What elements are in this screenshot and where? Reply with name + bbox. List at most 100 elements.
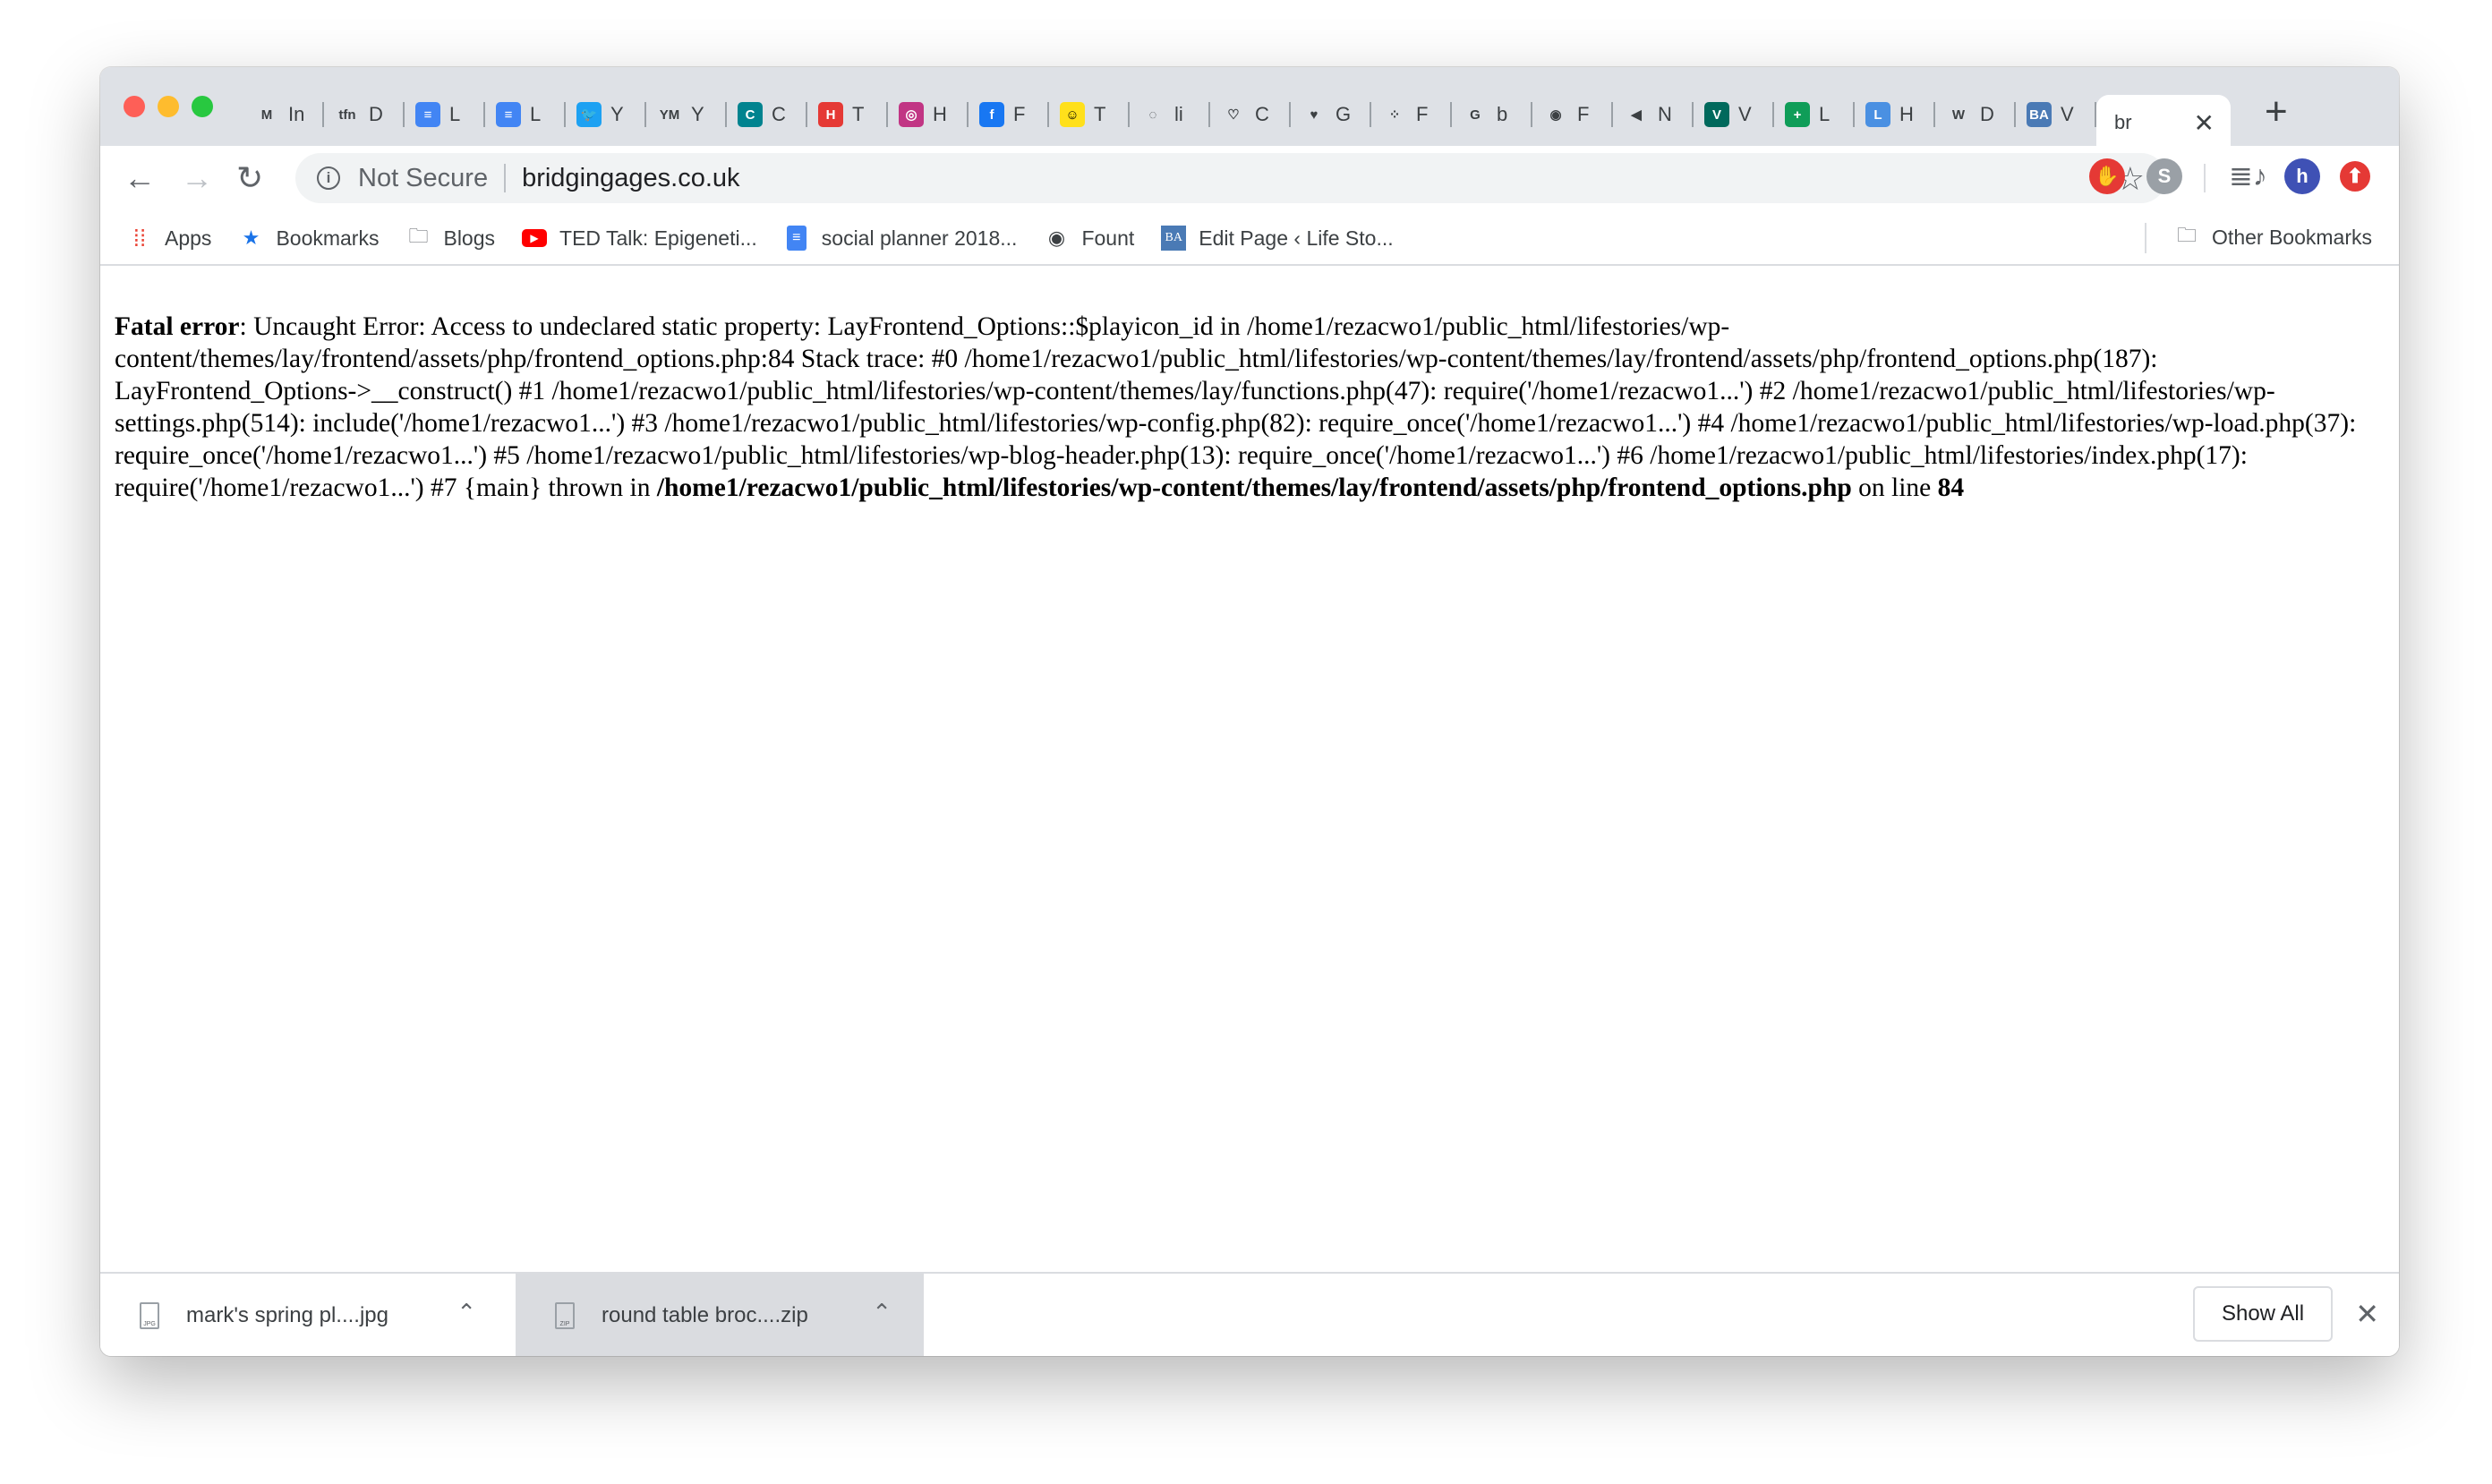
close-icon[interactable]: ✕ <box>2194 108 2215 138</box>
tab[interactable]: VV <box>1694 95 1774 134</box>
tab[interactable]: + L <box>1774 95 1855 134</box>
maximize-window-button[interactable] <box>192 96 213 117</box>
ym-icon: YM <box>659 107 680 123</box>
skype-icon[interactable]: S <box>2146 158 2182 194</box>
tab-title: D <box>1980 103 1994 125</box>
tab-title: In <box>288 103 305 125</box>
tab[interactable]: BA V <box>2016 95 2096 134</box>
info-icon[interactable]: i <box>317 166 340 190</box>
tab[interactable]: ◌ li <box>1130 95 1210 134</box>
download-item[interactable]: JPG mark's spring pl....jpg ⌃ <box>100 1274 508 1356</box>
tab[interactable]: ⁘ F <box>1371 95 1452 134</box>
bookmark-edit-page[interactable]: BA Edit Page ‹ Life Sto... <box>1161 226 1394 251</box>
tab[interactable]: ♡ C <box>1210 95 1291 134</box>
tab[interactable]: CC <box>727 95 807 134</box>
bookmark-apps[interactable]: ⁞⁞ Apps <box>127 225 212 252</box>
bookmark-fount[interactable]: ◉ Fount <box>1044 226 1134 251</box>
gmail-icon: M <box>260 107 273 123</box>
bookmark-label: Fount <box>1081 226 1135 250</box>
file-type-label: ZIP <box>559 1321 570 1327</box>
new-tab-button[interactable]: + <box>2265 92 2288 132</box>
tab[interactable]: ◎ H <box>888 95 969 134</box>
bookmark-label: social planner 2018... <box>821 226 1018 250</box>
tab-title: Y <box>691 103 704 125</box>
chevron-up-icon[interactable]: ⌃ <box>457 1299 476 1326</box>
download-item[interactable]: ZIP round table broc....zip ⌃ <box>516 1274 924 1356</box>
tab[interactable]: ≡ L <box>405 95 485 134</box>
tab[interactable]: ≡ L <box>485 95 566 134</box>
grid-icon: ⁘ <box>1388 107 1401 123</box>
tab[interactable]: LH <box>1855 95 1935 134</box>
folder-icon: 🗀 <box>2177 224 2198 246</box>
folder-icon: 🗀 <box>408 225 429 247</box>
forward-button[interactable]: → <box>181 158 213 198</box>
divider <box>504 164 507 192</box>
tab-title: Y <box>610 103 624 125</box>
tab[interactable]: HT <box>807 95 888 134</box>
tab[interactable]: ♥ G <box>1291 95 1371 134</box>
other-bookmarks[interactable]: 🗀 Other Bookmarks <box>2174 224 2372 250</box>
wordpress-icon: W <box>1951 107 1966 123</box>
youtube-icon: ▶ <box>522 226 548 251</box>
back-button[interactable]: ← <box>124 158 156 198</box>
tab-title: H <box>933 103 947 125</box>
media-controls-icon[interactable]: ≣♪ <box>2229 158 2267 192</box>
bookmark-blogs[interactable]: 🗀 Blogs <box>405 225 495 251</box>
facebook-icon: f <box>979 102 1004 127</box>
download-name: round table broc....zip <box>602 1303 808 1327</box>
tab-title: T <box>852 103 865 125</box>
tab-title: F <box>1416 103 1429 125</box>
not-secure-label[interactable]: Not Secure <box>358 164 488 193</box>
adblock-icon[interactable]: ✋ <box>2089 158 2125 194</box>
error-on-line: on line <box>1851 473 1938 502</box>
tab[interactable]: YM Y <box>646 95 727 134</box>
file-type-label: JPG <box>143 1321 156 1327</box>
google-icon: G <box>1470 107 1481 123</box>
tab[interactable]: ☺ T <box>1049 95 1130 134</box>
bookmark-bookmarks[interactable]: ★ Bookmarks <box>238 226 380 251</box>
avatar[interactable]: h <box>2284 158 2320 194</box>
downloads-bar: JPG mark's spring pl....jpg ⌃ ZIP round … <box>100 1272 2399 1356</box>
upload-icon[interactable]: ⬆ <box>2340 161 2370 192</box>
address-bar[interactable]: i Not Secure bridgingages.co.uk ☆ <box>295 153 2166 203</box>
globe-icon: ◉ <box>1047 226 1066 249</box>
tab-title: C <box>1255 103 1269 125</box>
url-text[interactable]: bridgingages.co.uk <box>522 164 739 193</box>
tab[interactable]: 🐦 Y <box>566 95 646 134</box>
tab-title: N <box>1658 103 1672 125</box>
globe-icon: ◉ <box>1549 107 1562 123</box>
tab[interactable]: WD <box>1935 95 2016 134</box>
bookmark-ted-talk[interactable]: ▶ TED Talk: Epigeneti... <box>522 226 757 251</box>
tab[interactable]: tfn D <box>324 95 405 134</box>
tab-title: V <box>2061 103 2074 125</box>
other-bookmarks-label: Other Bookmarks <box>2212 225 2372 249</box>
chevron-up-icon[interactable]: ⌃ <box>872 1299 892 1326</box>
tab[interactable]: fF <box>969 95 1049 134</box>
download-name: mark's spring pl....jpg <box>186 1303 388 1327</box>
ba-icon: BA <box>2027 102 2052 127</box>
bookmark-social-planner[interactable]: ≡ social planner 2018... <box>784 226 1018 251</box>
close-icon[interactable]: ✕ <box>2355 1297 2379 1331</box>
minimize-window-button[interactable] <box>158 96 179 117</box>
reload-button[interactable]: ↻ <box>236 158 263 198</box>
tab[interactable]: ◀ N <box>1613 95 1694 134</box>
bookmark-label: TED Talk: Epigeneti... <box>559 226 757 250</box>
error-message: Fatal error: Uncaught Error: Access to u… <box>115 311 2388 504</box>
tab-active[interactable]: br ✕ <box>2096 95 2231 150</box>
tab[interactable]: ◉ F <box>1532 95 1613 134</box>
show-all-button[interactable]: Show All <box>2193 1286 2333 1342</box>
tab[interactable]: M In <box>243 95 324 134</box>
tab[interactable]: Gb <box>1452 95 1532 134</box>
h-icon: H <box>818 102 843 127</box>
file-icon: JPG <box>140 1302 159 1329</box>
divider <box>2145 223 2146 253</box>
tab-title: G <box>1336 103 1352 125</box>
tfn-icon: tfn <box>338 107 356 123</box>
tab-title: L <box>1819 103 1831 125</box>
close-window-button[interactable] <box>124 96 145 117</box>
bookmarks-bar: ⁞⁞ Apps ★ Bookmarks 🗀 Blogs ▶ TED Talk: … <box>100 212 2399 266</box>
tab-title: L <box>449 103 461 125</box>
page-content: Fatal error: Uncaught Error: Access to u… <box>100 266 2399 1272</box>
docs-icon: ≡ <box>496 102 521 127</box>
audio-icon: ◀ <box>1631 107 1642 123</box>
